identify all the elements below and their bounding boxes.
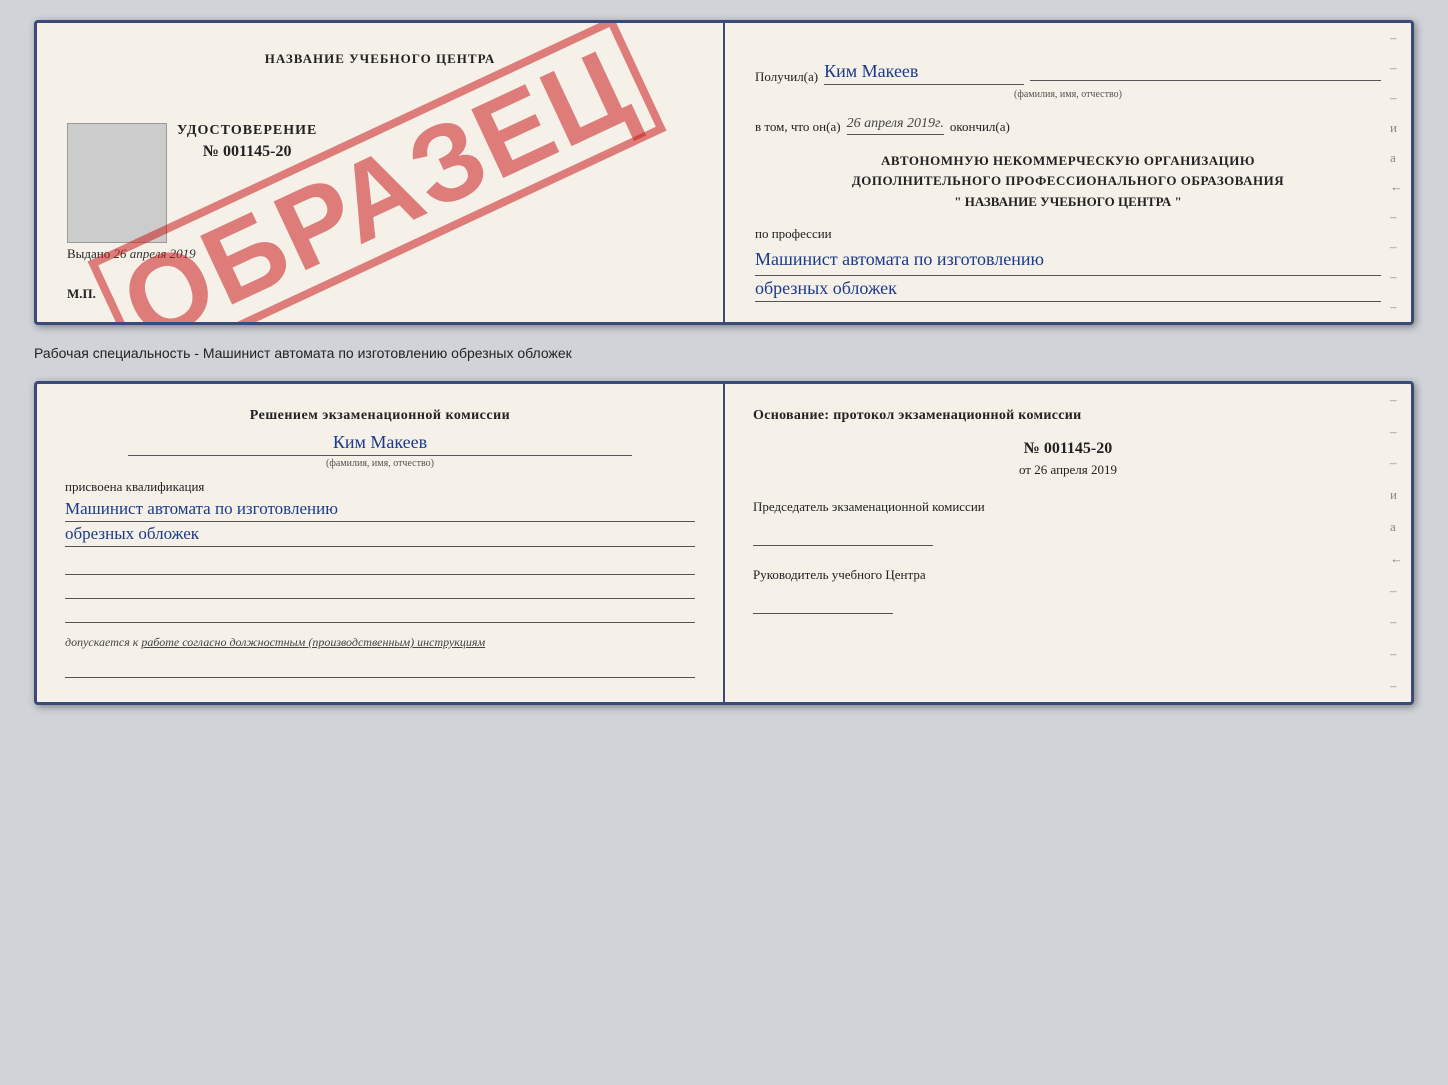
qual-line1: Машинист автомата по изготовлению — [65, 499, 695, 522]
rukovoditel-sig-line — [753, 590, 893, 614]
dash-line — [1030, 80, 1381, 81]
ot-label: от — [1019, 462, 1031, 477]
org-name: " НАЗВАНИЕ УЧЕБНОГО ЦЕНТРА " — [755, 194, 1381, 210]
okonchil-label: окончил(а) — [950, 119, 1010, 135]
ot-date-value: 26 апреля 2019 — [1034, 462, 1117, 477]
bottom-right-margin-dashes: – – – и а ← – – – – — [1390, 384, 1403, 702]
prisvoena-label: присвоена квалификация — [65, 479, 695, 495]
udost-title: УДОСТОВЕРЕНИЕ — [177, 123, 317, 139]
top-doc-right: Получил(а) Ким Макеев (фамилия, имя, отч… — [725, 23, 1411, 322]
vtom-line: в том, что он(а) 26 апреля 2019г. окончи… — [755, 116, 1381, 135]
rukovoditel-block: Руководитель учебного Центра — [753, 566, 1383, 614]
predsedatel-label: Председатель экзаменационной комиссии — [753, 498, 1383, 516]
dopuskaetsya-text: работе согласно должностным (производств… — [141, 635, 485, 649]
poluchil-line: Получил(а) Ким Макеев — [755, 61, 1381, 85]
blank-line-4 — [65, 658, 695, 678]
dopuskaetsya-block: допускается к работе согласно должностны… — [65, 635, 695, 650]
bottom-doc-left: Решением экзаменационной комиссии Ким Ма… — [37, 384, 725, 702]
ot-date: от 26 апреля 2019 — [753, 462, 1383, 478]
rukovoditel-label: Руководитель учебного Центра — [753, 566, 1383, 584]
blank-line-1 — [65, 555, 695, 575]
recipient-name: Ким Макеев — [824, 61, 1024, 85]
resheniem-title: Решением экзаменационной комиссии — [65, 408, 695, 424]
udostoverenie-block: УДОСТОВЕРЕНИЕ № 001145-20 — [177, 123, 317, 161]
org-line1: АВТОНОМНУЮ НЕКОММЕРЧЕСКУЮ ОРГАНИЗАЦИЮ — [881, 153, 1255, 168]
bottom-document: Решением экзаменационной комиссии Ким Ма… — [34, 381, 1414, 705]
dopuskaetsya-label: допускается к — [65, 635, 138, 649]
profession-line2: обрезных обложек — [755, 278, 1381, 302]
protocol-number: № 001145-20 — [753, 440, 1383, 458]
predsedatel-sig-line — [753, 522, 933, 546]
vtom-label: в том, что он(а) — [755, 119, 841, 135]
top-document: НАЗВАНИЕ УЧЕБНОГО ЦЕНТРА ОБРАЗЕЦ УДОСТОВ… — [34, 20, 1414, 325]
predsedatel-block: Председатель экзаменационной комиссии — [753, 498, 1383, 546]
komissia-name: Ким Макеев — [128, 432, 632, 456]
qual-line2: обрезных обложек — [65, 524, 695, 547]
osnovanie-title: Основание: протокол экзаменационной коми… — [753, 408, 1383, 424]
right-margin-dashes: – – – и а ← – – – – — [1390, 23, 1403, 322]
org-line2: ДОПОЛНИТЕЛЬНОГО ПРОФЕССИОНАЛЬНОГО ОБРАЗО… — [852, 173, 1284, 188]
vydano-label: Выдано — [67, 246, 110, 261]
top-doc-left: НАЗВАНИЕ УЧЕБНОГО ЦЕНТРА ОБРАЗЕЦ УДОСТОВ… — [37, 23, 725, 322]
vydano-block: Выдано 26 апреля 2019 — [67, 246, 196, 262]
photo-placeholder — [67, 123, 167, 243]
vydano-date: 26 апреля 2019 — [114, 246, 196, 261]
fio-hint-top: (фамилия, имя, отчество) — [755, 89, 1381, 100]
profession-line1: Машинист автомата по изготовлению — [755, 246, 1381, 276]
poluchil-label: Получил(а) — [755, 69, 818, 85]
fio-hint-bottom: (фамилия, имя, отчество) — [65, 458, 695, 469]
blank-line-2 — [65, 579, 695, 599]
mp-block: М.П. — [67, 286, 96, 302]
blank-line-3 — [65, 603, 695, 623]
po-professii-label: по профессии — [755, 226, 1381, 242]
caption: Рабочая специальность - Машинист автомат… — [34, 341, 1414, 365]
completion-date: 26 апреля 2019г. — [847, 116, 944, 135]
udost-number: № 001145-20 — [177, 143, 317, 161]
bottom-doc-right: Основание: протокол экзаменационной коми… — [725, 384, 1411, 702]
top-left-title: НАЗВАНИЕ УЧЕБНОГО ЦЕНТРА — [67, 51, 693, 67]
org-block: АВТОНОМНУЮ НЕКОММЕРЧЕСКУЮ ОРГАНИЗАЦИЮ ДО… — [755, 151, 1381, 190]
